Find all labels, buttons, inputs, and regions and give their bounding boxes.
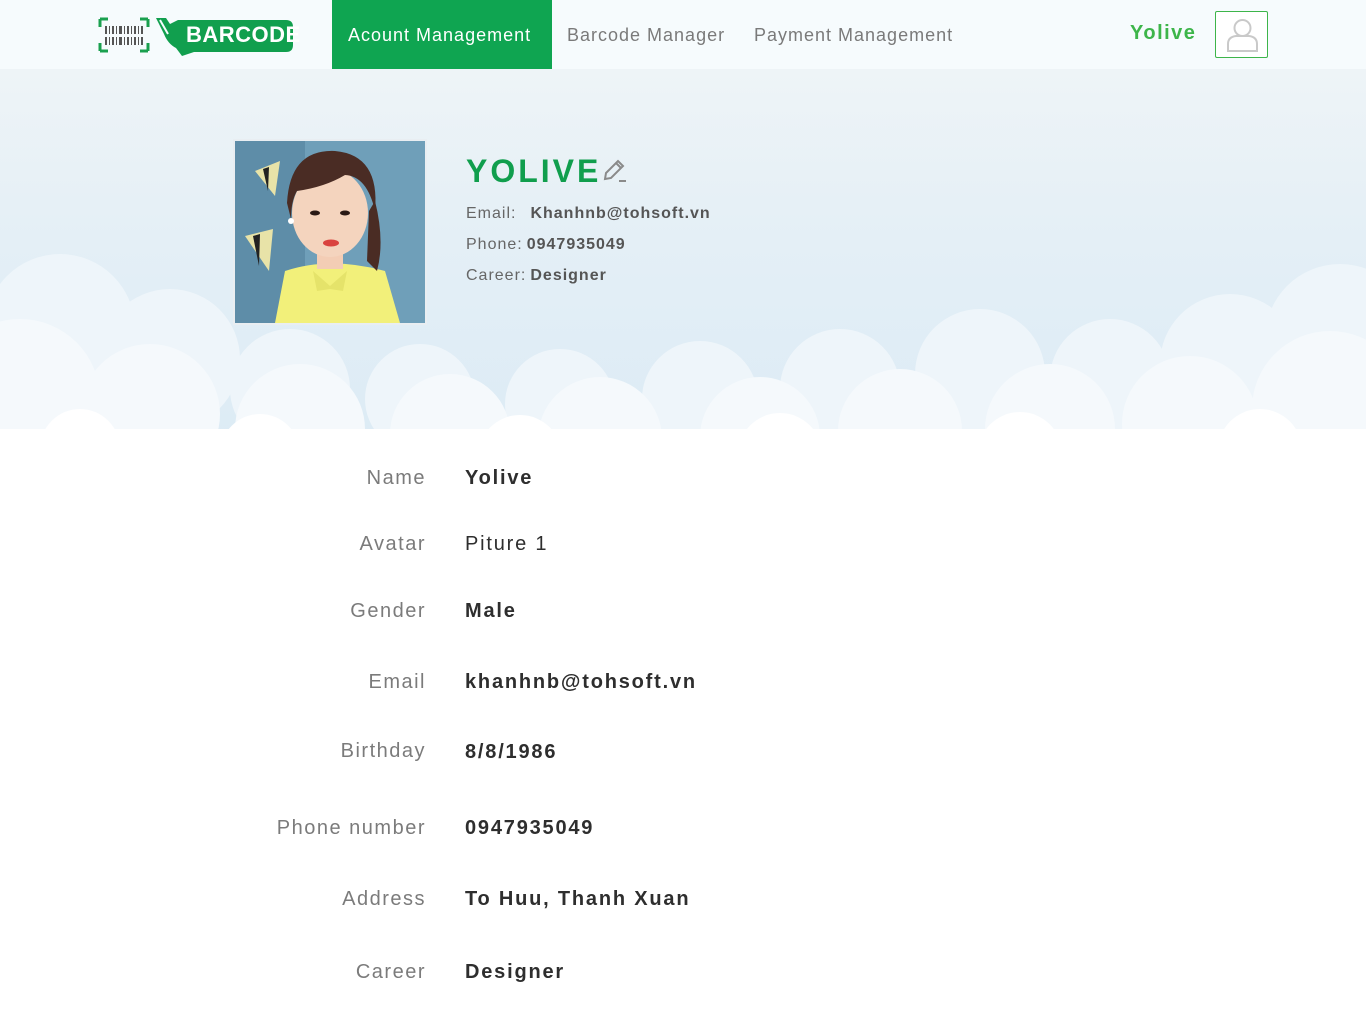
- profile-header: YOLIVE Email: Khanhnb@tohsoft.vn Phone: 09…: [0, 69, 1366, 449]
- detail-label-gender: Gender: [350, 600, 426, 622]
- profile-phone-value: 0947935049: [526, 236, 626, 253]
- user-icon: [1227, 19, 1258, 52]
- cloud-background: [0, 254, 1366, 449]
- profile-career-value: Designer: [530, 267, 607, 284]
- user-avatar-button[interactable]: [1215, 11, 1268, 58]
- detail-value-address: To Huu, Thanh Xuan: [465, 888, 691, 910]
- profile-photo-image: [235, 141, 425, 323]
- tab-barcode-manager[interactable]: Barcode Manager: [567, 0, 725, 69]
- detail-value-name: Yolive: [465, 467, 534, 489]
- top-navbar: BARCODE Acount Management Barcode Manage…: [0, 0, 1366, 69]
- detail-label-name: Name: [366, 467, 426, 489]
- profile-phone-line: Phone: 0947935049: [466, 236, 626, 254]
- logo-text: BARCODE: [186, 22, 301, 47]
- barcode-logo[interactable]: BARCODE: [98, 14, 301, 58]
- profile-email-line: Email: Khanhnb@tohsoft.vn: [466, 205, 711, 223]
- detail-value-phone-number: 0947935049: [465, 817, 595, 839]
- detail-label-birthday: Birthday: [340, 740, 426, 762]
- detail-label-career: Career: [355, 961, 426, 983]
- detail-value-birthday: 8/8/1986: [465, 741, 558, 763]
- detail-label-phone-number: Phone number: [276, 817, 426, 839]
- detail-value-email: khanhnb@tohsoft.vn: [465, 671, 697, 693]
- detail-label-avatar: Avatar: [359, 533, 426, 555]
- detail-value-career: Designer: [465, 961, 565, 983]
- detail-label-address: Address: [342, 888, 426, 910]
- tab-account-management[interactable]: Acount Management: [332, 0, 552, 69]
- barcode-scan-icon: [98, 17, 150, 53]
- detail-value-gender: Male: [465, 600, 517, 622]
- profile-email-value: Khanhnb@tohsoft.vn: [530, 205, 711, 222]
- detail-label-email: Email: [368, 671, 426, 693]
- profile-career-label: Career:: [466, 267, 527, 284]
- tab-payment-management[interactable]: Payment Management: [754, 0, 953, 69]
- profile-name: YOLIVE: [466, 153, 602, 189]
- nav-username[interactable]: Yolive: [1130, 22, 1196, 45]
- profile-phone-label: Phone:: [466, 236, 523, 253]
- profile-photo: [233, 139, 427, 325]
- profile-email-label: Email:: [466, 205, 517, 222]
- detail-value-avatar: Piture 1: [465, 533, 549, 555]
- profile-career-line: Career: Designer: [466, 267, 607, 285]
- edit-pencil-icon[interactable]: [601, 157, 627, 183]
